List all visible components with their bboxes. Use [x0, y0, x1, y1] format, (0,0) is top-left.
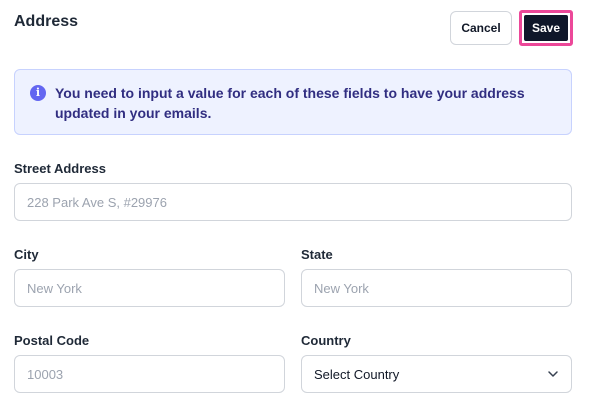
city-label: City — [14, 247, 39, 262]
city-input[interactable] — [14, 269, 285, 307]
postal-code-input[interactable] — [14, 355, 285, 393]
info-alert: i You need to input a value for each of … — [14, 69, 572, 135]
save-button-highlight: Save — [519, 10, 573, 46]
chevron-down-icon — [547, 368, 559, 380]
state-label: State — [301, 247, 333, 262]
address-form-page: Address Cancel Save i You need to input … — [0, 0, 595, 412]
street-address-input[interactable] — [14, 183, 572, 221]
cancel-button[interactable]: Cancel — [450, 11, 512, 45]
country-select[interactable]: Select Country — [301, 355, 572, 393]
country-select-value: Select Country — [314, 366, 400, 382]
save-button[interactable]: Save — [524, 15, 568, 41]
state-input[interactable] — [301, 269, 572, 307]
page-title: Address — [14, 13, 79, 30]
alert-message: You need to input a value for each of th… — [55, 85, 525, 121]
info-icon: i — [30, 85, 46, 101]
street-address-label: Street Address — [14, 161, 106, 176]
postal-code-label: Postal Code — [14, 333, 90, 348]
country-label: Country — [301, 333, 351, 348]
